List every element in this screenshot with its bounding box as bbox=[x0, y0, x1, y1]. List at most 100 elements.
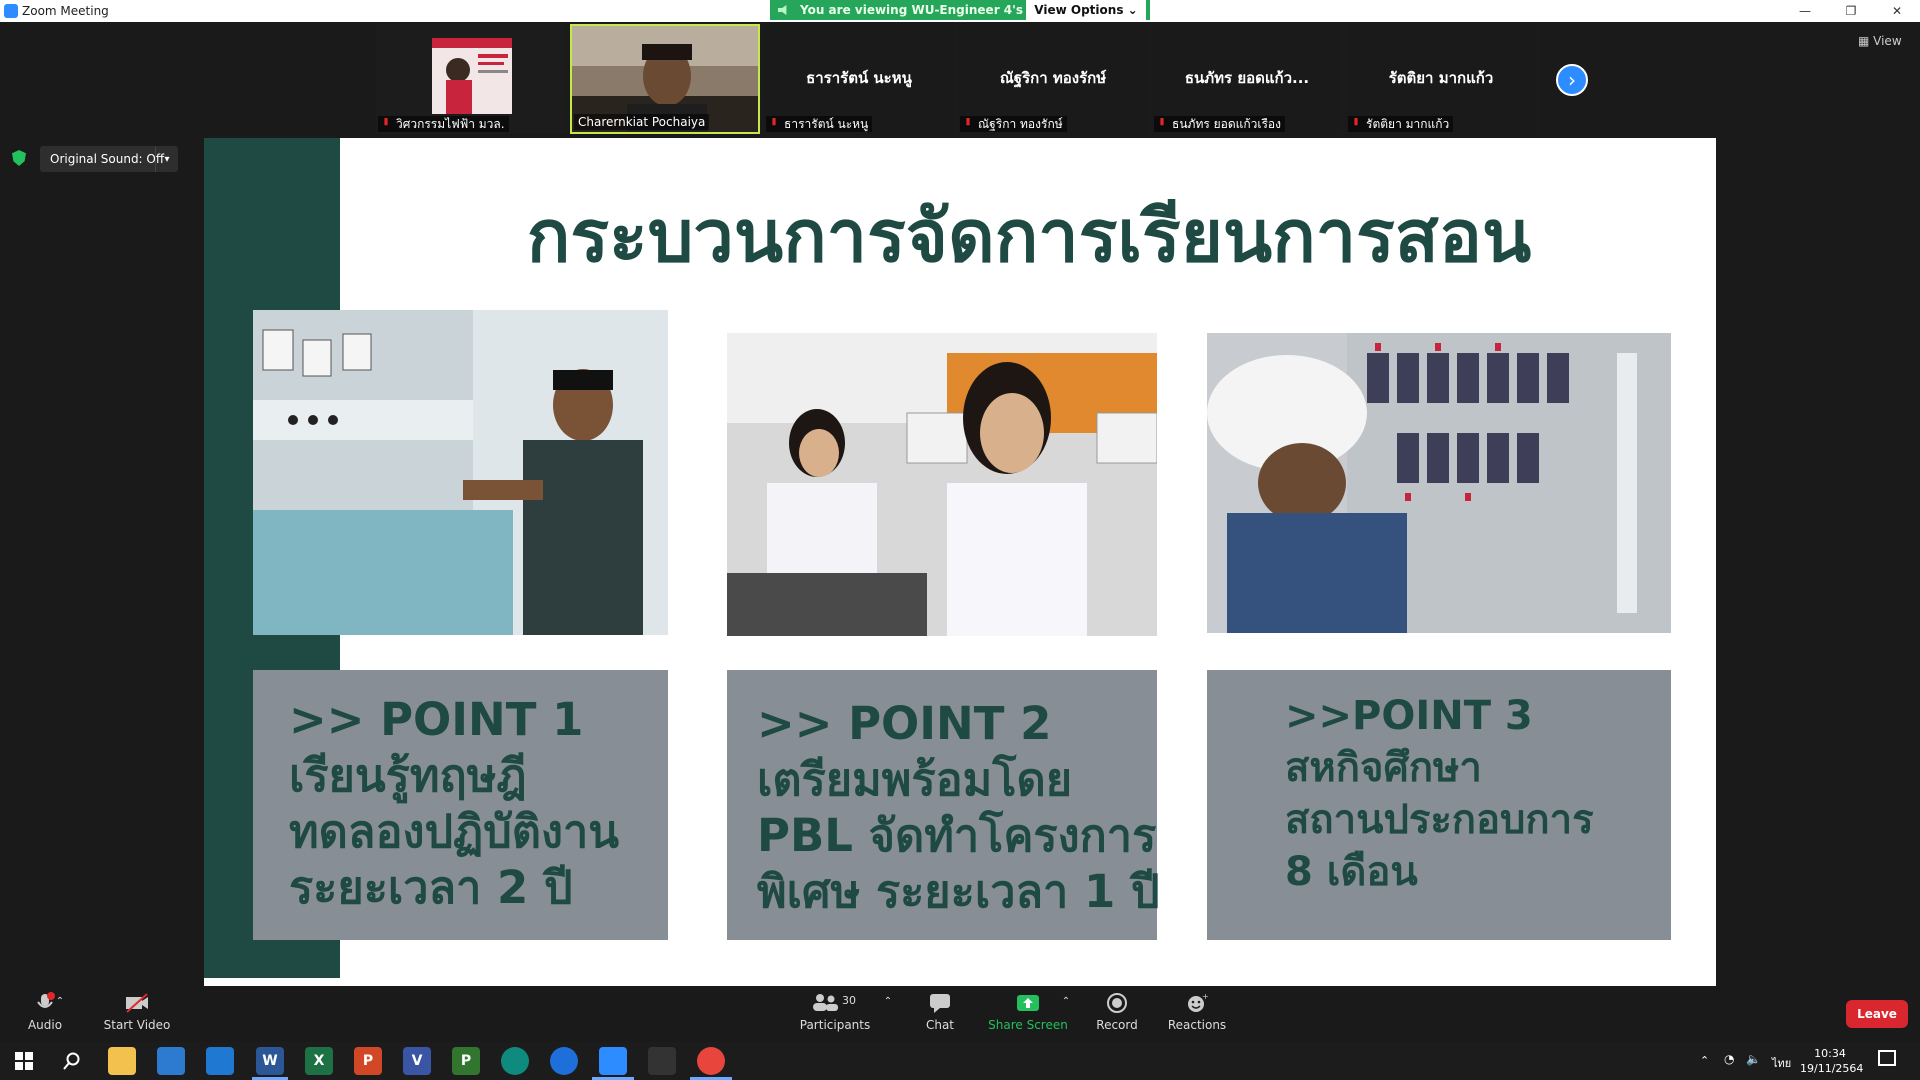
record-label: Record bbox=[1096, 1018, 1138, 1032]
point-2-line-1: >> POINT 2 bbox=[757, 697, 1052, 750]
input-language[interactable]: ไทย bbox=[1772, 1054, 1791, 1072]
participant-name: ธารารัตน์ นะหนู bbox=[784, 116, 869, 131]
chat-button[interactable]: Chat bbox=[895, 986, 985, 1042]
mail-icon[interactable] bbox=[206, 1047, 234, 1075]
smiley-icon: + bbox=[1185, 992, 1209, 1014]
point-2-line-2: เตรียมพร้อมโดย bbox=[757, 753, 1073, 806]
zoom-taskbar-icon[interactable] bbox=[599, 1047, 627, 1075]
video-off-icon bbox=[125, 992, 149, 1014]
slide-title: กระบวนการจัดการเรียนการสอน bbox=[526, 194, 1532, 278]
participant-tile[interactable]: รัตติยา มากแก้ว รัตติยา มากแก้ว bbox=[1346, 24, 1536, 134]
participant-name: รัตติยา มากแก้ว bbox=[1366, 116, 1450, 131]
share-screen-icon bbox=[1016, 992, 1040, 1014]
muted-mic-icon bbox=[772, 118, 776, 126]
point-2-line-4: พิเศษ ระยะเวลา 1 ปี bbox=[757, 865, 1160, 918]
store-icon[interactable] bbox=[157, 1047, 185, 1075]
clock-time: 10:34 bbox=[1814, 1047, 1846, 1060]
participant-name: ณัฐริกา ทองรักษ์ bbox=[978, 116, 1063, 131]
muted-mic-icon bbox=[966, 118, 970, 126]
minimize-button[interactable]: — bbox=[1782, 0, 1828, 22]
original-sound-label: Original Sound: Off bbox=[50, 152, 165, 166]
participant-display-name: รัตติยา มากแก้ว bbox=[1388, 69, 1494, 87]
participant-tile[interactable]: ธนภัทร ยอดแก้ว... ธนภัทร ยอดแก้วเรือง bbox=[1152, 24, 1342, 134]
windows-start-icon[interactable] bbox=[10, 1047, 38, 1075]
muted-mic-icon bbox=[384, 118, 388, 126]
window-controls: — ❐ ✕ bbox=[1782, 0, 1920, 22]
participants-label: Participants bbox=[799, 1018, 871, 1032]
speaker-icon bbox=[778, 5, 787, 15]
participant-tile-active-speaker[interactable]: Charernkiat Pochaiya bbox=[570, 24, 760, 134]
muted-mic-icon bbox=[1354, 118, 1358, 126]
chat-label: Chat bbox=[925, 1018, 955, 1032]
chrome-icon[interactable] bbox=[697, 1047, 725, 1075]
photo-engineer-panel bbox=[1207, 333, 1671, 633]
start-video-button[interactable]: Start Video bbox=[92, 986, 182, 1042]
participant-name: วิศวกรรมไฟฟ้า มวล. bbox=[396, 116, 505, 131]
audio-options-caret[interactable]: ⌃ bbox=[50, 986, 70, 1042]
network-icon[interactable]: ◔ bbox=[1724, 1052, 1734, 1066]
internet-explorer-icon[interactable] bbox=[550, 1047, 578, 1075]
reactions-button[interactable]: + Reactions bbox=[1152, 986, 1242, 1042]
point-1-line-1: >> POINT 1 bbox=[289, 693, 584, 746]
excel-icon[interactable]: X bbox=[305, 1047, 333, 1075]
audio-button[interactable]: Audio bbox=[0, 986, 90, 1042]
point-box-2: >> POINT 2 เตรียมพร้อมโดย PBL จัดทำโครงก… bbox=[727, 670, 1160, 940]
participant-name: ธนภัทร ยอดแก้วเรือง bbox=[1172, 116, 1281, 131]
muted-mic-icon bbox=[1160, 118, 1164, 126]
participants-count: 30 bbox=[842, 994, 856, 1007]
next-page-arrow-icon[interactable]: › bbox=[1556, 64, 1588, 96]
svg-text:+: + bbox=[1202, 992, 1209, 1001]
notifications-icon[interactable] bbox=[1878, 1050, 1896, 1066]
participant-tile[interactable]: วิศวกรรมไฟฟ้า มวล. bbox=[376, 24, 566, 134]
view-options-button[interactable]: View Options ⌄ bbox=[1026, 0, 1146, 20]
point-3-line-1: >>POINT 3 bbox=[1285, 693, 1533, 739]
clock-date: 19/11/2564 bbox=[1800, 1062, 1864, 1075]
original-sound-toggle[interactable]: Original Sound: Off ▾ bbox=[40, 146, 178, 172]
participant-display-name: ธารารัตน์ นะหนู bbox=[806, 69, 912, 87]
leave-button[interactable]: Leave bbox=[1846, 1000, 1908, 1028]
word-icon[interactable]: W bbox=[256, 1047, 284, 1075]
point-1-line-2: เรียนรู้ทฤษฎี bbox=[289, 749, 527, 802]
participant-nameplate: รัตติยา มากแก้ว bbox=[1348, 116, 1454, 132]
point-2-line-3: PBL จัดทำโครงการ bbox=[757, 809, 1157, 862]
participant-tile[interactable]: ธารารัตน์ นะหนู ธารารัตน์ นะหนู bbox=[764, 24, 954, 134]
view-label: View bbox=[1873, 34, 1902, 48]
point-3-line-2: สหกิจศึกษา bbox=[1285, 745, 1482, 791]
participants-icon: 30 bbox=[810, 992, 860, 1014]
view-layout-button[interactable]: ▦ View bbox=[1858, 34, 1902, 48]
point-3-line-3: สถานประกอบการ bbox=[1285, 797, 1594, 843]
photo-lab-student bbox=[253, 310, 668, 635]
taskbar-clock[interactable]: 10:34 19/11/2564 bbox=[1800, 1046, 1864, 1076]
file-explorer-icon[interactable] bbox=[108, 1047, 136, 1075]
record-button[interactable]: Record bbox=[1072, 986, 1162, 1042]
powerpoint-icon[interactable]: P bbox=[354, 1047, 382, 1075]
participant-strip: วิศวกรรมไฟฟ้า มวล. Charernkiat Pochaiya … bbox=[376, 24, 1540, 134]
participant-tile[interactable]: ณัฐริกา ทองรักษ์ ณัฐริกา ทองรักษ์ bbox=[958, 24, 1148, 134]
reactions-label: Reactions bbox=[1167, 1018, 1227, 1032]
point-box-3: >>POINT 3 สหกิจศึกษา สถานประกอบการ 8 เดื… bbox=[1207, 670, 1671, 940]
shared-screen-slide: กระบวนการจัดการเรียนการสอน >> POINT 1 เร… bbox=[204, 138, 1716, 986]
restore-button[interactable]: ❐ bbox=[1828, 0, 1874, 22]
security-shield-icon[interactable] bbox=[12, 150, 26, 166]
start-video-label: Start Video bbox=[103, 1018, 171, 1032]
tray-chevron-icon[interactable]: ⌃ bbox=[1700, 1054, 1709, 1067]
point-3-line-4: 8 เดือน bbox=[1285, 849, 1418, 895]
record-icon bbox=[1105, 992, 1129, 1014]
participant-nameplate: ณัฐริกา ทองรักษ์ bbox=[960, 116, 1067, 132]
chevron-down-icon[interactable]: ▾ bbox=[155, 146, 178, 172]
participants-button[interactable]: 30 Participants bbox=[790, 986, 880, 1042]
participant-nameplate: วิศวกรรมไฟฟ้า มวล. bbox=[378, 116, 509, 132]
project-icon[interactable]: P bbox=[452, 1047, 480, 1075]
participant-nameplate: ธนภัทร ยอดแก้วเรือง bbox=[1154, 116, 1285, 132]
search-icon[interactable] bbox=[58, 1047, 86, 1075]
window-title: Zoom Meeting bbox=[22, 4, 109, 18]
close-button[interactable]: ✕ bbox=[1874, 0, 1920, 22]
point-1-line-4: ระยะเวลา 2 ปี bbox=[289, 861, 573, 914]
grid-icon: ▦ bbox=[1858, 34, 1874, 48]
camera-app-icon[interactable] bbox=[648, 1047, 676, 1075]
volume-muted-icon[interactable]: 🔈 bbox=[1746, 1052, 1761, 1066]
meeting-toolbar: Audio ⌃ Start Video 30 Participants ⌃ Ch… bbox=[0, 986, 1920, 1042]
point-box-1: >> POINT 1 เรียนรู้ทฤษฎี ทดลองปฏิบัติงาน… bbox=[253, 670, 668, 940]
visio-icon[interactable]: V bbox=[403, 1047, 431, 1075]
edge-icon[interactable] bbox=[501, 1047, 529, 1075]
